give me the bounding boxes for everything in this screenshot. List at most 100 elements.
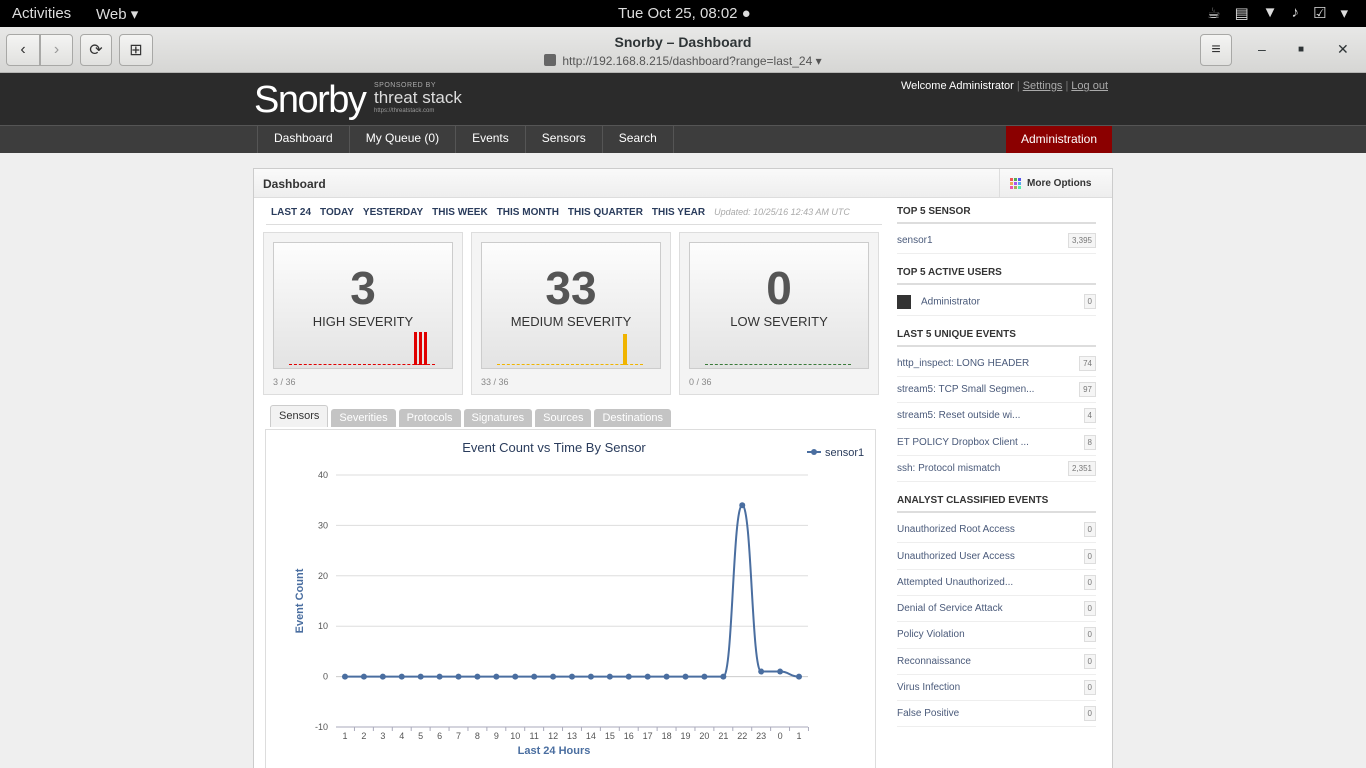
clock[interactable]: Tue Oct 25, 08:02 ●: [618, 5, 751, 22]
sidebar-item[interactable]: Attempted Unauthorized... 0: [897, 570, 1096, 596]
sidebar-item-label[interactable]: Unauthorized User Access: [897, 551, 1015, 562]
sidebar-item-label[interactable]: ET POLICY Dropbox Client ...: [897, 437, 1029, 448]
sidebar-item[interactable]: ssh: Protocol mismatch 2,351: [897, 456, 1096, 483]
settings-link[interactable]: Settings: [1023, 80, 1063, 92]
minimize-icon[interactable]: –: [1258, 41, 1266, 57]
data-point[interactable]: [436, 673, 443, 680]
activities-button[interactable]: Activities: [12, 5, 71, 22]
close-icon[interactable]: ✕: [1337, 41, 1349, 58]
range-this-year[interactable]: THIS YEAR: [652, 207, 705, 218]
administration-button[interactable]: Administration: [1006, 126, 1112, 153]
range-this-week[interactable]: THIS WEEK: [432, 207, 488, 218]
nav-item-my-queue-0[interactable]: My Queue (0): [350, 126, 457, 153]
updates-icon[interactable]: ☑: [1313, 4, 1326, 22]
data-point[interactable]: [644, 673, 651, 680]
sidebar-item-label[interactable]: Unauthorized Root Access: [897, 524, 1015, 535]
data-point[interactable]: [379, 673, 386, 680]
range-yesterday[interactable]: YESTERDAY: [363, 207, 423, 218]
page-icon: [544, 54, 557, 66]
data-point[interactable]: [342, 673, 348, 680]
tab-destinations[interactable]: Destinations: [594, 409, 672, 427]
data-point[interactable]: [796, 673, 802, 680]
sidebar-item[interactable]: Unauthorized User Access 0: [897, 543, 1096, 570]
data-point[interactable]: [417, 673, 424, 680]
sidebar-item[interactable]: Policy Violation 0: [897, 622, 1096, 649]
tab-severities[interactable]: Severities: [331, 409, 396, 427]
data-point[interactable]: [360, 673, 367, 680]
sidebar-item[interactable]: Denial of Service Attack 0: [897, 596, 1096, 623]
sidebar-item-label[interactable]: Reconnaissance: [897, 656, 971, 667]
sidebar-item[interactable]: Virus Infection 0: [897, 675, 1096, 702]
severity-card-low-severity[interactable]: 0 LOW SEVERITY 0 / 36: [679, 232, 879, 395]
range-today[interactable]: TODAY: [320, 207, 354, 218]
data-point[interactable]: [569, 673, 575, 680]
data-point[interactable]: [701, 673, 708, 680]
sidebar-item-label[interactable]: False Positive: [897, 708, 959, 719]
range-this-month[interactable]: THIS MONTH: [497, 207, 559, 218]
sidebar-item-label[interactable]: Administrator: [897, 294, 980, 309]
data-point[interactable]: [758, 668, 765, 675]
tab-sensors[interactable]: Sensors: [270, 405, 329, 427]
sponsor-logo[interactable]: SPONSORED BY threat stack https://threat…: [374, 82, 462, 114]
data-point[interactable]: [720, 673, 727, 680]
legend-label[interactable]: sensor1: [825, 447, 864, 459]
data-point[interactable]: [512, 673, 519, 680]
power-menu-icon[interactable]: ▾: [1340, 4, 1348, 22]
data-point[interactable]: [606, 673, 613, 680]
sidebar-item[interactable]: Reconnaissance 0: [897, 649, 1096, 675]
data-point[interactable]: [587, 673, 594, 680]
severity-card-high-severity[interactable]: 3 HIGH SEVERITY 3 / 36: [263, 232, 463, 395]
sidebar-item[interactable]: http_inspect: LONG HEADER 74: [897, 351, 1096, 377]
nav-item-search[interactable]: Search: [603, 126, 674, 153]
sidebar-item-label[interactable]: Virus Infection: [897, 682, 960, 693]
wifi-icon[interactable]: ▼: [1263, 4, 1278, 22]
data-point[interactable]: [682, 673, 689, 680]
sidebar-item[interactable]: stream5: TCP Small Segmen... 97: [897, 377, 1096, 404]
more-options-button[interactable]: More Options: [999, 169, 1102, 198]
maximize-icon[interactable]: ■: [1298, 44, 1304, 55]
url-text[interactable]: http://192.168.8.215/dashboard?range=las…: [562, 54, 821, 68]
tab-signatures[interactable]: Signatures: [463, 409, 533, 427]
nav-item-events[interactable]: Events: [456, 126, 526, 153]
data-point[interactable]: [663, 673, 670, 680]
data-point[interactable]: [455, 673, 462, 680]
browser-menu-button[interactable]: ≡: [1200, 34, 1232, 66]
sidebar-item[interactable]: False Positive 0: [897, 701, 1096, 728]
tab-protocols[interactable]: Protocols: [398, 409, 461, 427]
severity-card-medium-severity[interactable]: 33 MEDIUM SEVERITY 33 / 36: [471, 232, 671, 395]
data-point[interactable]: [625, 673, 632, 680]
data-point[interactable]: [550, 673, 557, 680]
data-point[interactable]: [777, 668, 784, 675]
sidebar-item[interactable]: Administrator 0: [897, 289, 1096, 316]
snorby-logo[interactable]: Snorby: [254, 79, 367, 122]
sidebar-item[interactable]: ET POLICY Dropbox Client ... 8: [897, 429, 1096, 456]
sidebar-item-label[interactable]: Policy Violation: [897, 629, 965, 640]
sidebar-item[interactable]: stream5: Reset outside wi... 4: [897, 403, 1096, 430]
app-menu[interactable]: Web ▾: [96, 5, 138, 23]
sidebar-item-label[interactable]: stream5: Reset outside wi...: [897, 410, 1020, 421]
clipboard-icon[interactable]: ▤: [1234, 4, 1248, 22]
sidebar-item-label[interactable]: Attempted Unauthorized...: [897, 577, 1013, 588]
url-bar[interactable]: http://192.168.8.215/dashboard?range=las…: [0, 54, 1366, 68]
data-point[interactable]: [739, 502, 746, 509]
sidebar-item[interactable]: Unauthorized Root Access 0: [897, 517, 1096, 544]
system-tray[interactable]: ☕ ▤ ▼ ♪ ☑ ▾: [1207, 4, 1348, 22]
tab-sources[interactable]: Sources: [535, 409, 592, 427]
sidebar-item-label[interactable]: stream5: TCP Small Segmen...: [897, 384, 1034, 395]
sidebar-item[interactable]: sensor1 3,395: [897, 228, 1096, 255]
nav-item-sensors[interactable]: Sensors: [526, 126, 603, 153]
nav-item-dashboard[interactable]: Dashboard: [258, 126, 350, 153]
data-point[interactable]: [398, 673, 405, 680]
sidebar-item-label[interactable]: Denial of Service Attack: [897, 603, 1003, 614]
data-point[interactable]: [474, 673, 481, 680]
range-this-quarter[interactable]: THIS QUARTER: [568, 207, 643, 218]
range-last-24[interactable]: LAST 24: [271, 207, 311, 218]
data-point[interactable]: [493, 673, 500, 680]
data-point[interactable]: [531, 673, 538, 680]
sidebar-item-label[interactable]: http_inspect: LONG HEADER: [897, 358, 1029, 369]
sidebar-item-label[interactable]: sensor1: [897, 235, 933, 246]
volume-icon[interactable]: ♪: [1292, 4, 1300, 22]
logout-link[interactable]: Log out: [1071, 80, 1108, 92]
sidebar-item-label[interactable]: ssh: Protocol mismatch: [897, 463, 1000, 474]
coffee-icon[interactable]: ☕: [1207, 4, 1220, 22]
